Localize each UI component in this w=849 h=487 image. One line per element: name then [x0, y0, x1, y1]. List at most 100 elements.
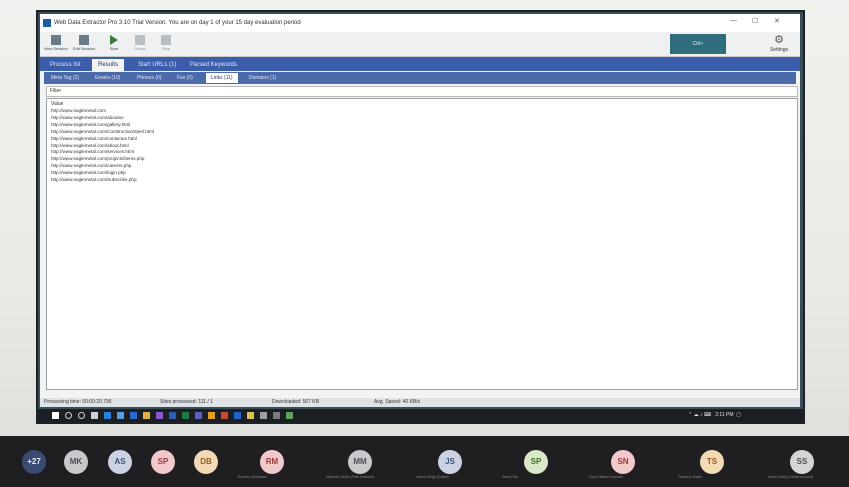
- status-bar: Processing time: 00:00:20.795 Sites proc…: [40, 398, 800, 407]
- outlook-icon[interactable]: [234, 412, 241, 419]
- edit-session-icon: [79, 35, 89, 45]
- chrome-icon[interactable]: [208, 412, 215, 419]
- edit-session-label: Edit Session: [72, 46, 96, 51]
- filter-label: Filter: [50, 88, 62, 94]
- participant-avatar[interactable]: MM: [348, 450, 372, 474]
- app-window: Web Data Extractor Pro 3.10 Trial Versio…: [40, 14, 800, 407]
- pause-button[interactable]: Pause: [128, 34, 152, 55]
- windows-icon[interactable]: [52, 412, 59, 419]
- link-list: http://www.eaglemetal.com http://www.eag…: [51, 108, 154, 184]
- edit-session-button[interactable]: Edit Session: [72, 34, 96, 55]
- tab-fax[interactable]: Fax (0): [172, 73, 198, 83]
- table-row[interactable]: http://www.eaglemetal.com/Subscribe.php: [51, 177, 154, 184]
- app-icon[interactable]: [286, 412, 293, 419]
- clock[interactable]: 2:11 PM: [715, 412, 733, 418]
- close-button[interactable]: ✕: [774, 17, 780, 25]
- participant-avatar[interactable]: +27: [22, 450, 46, 474]
- play-icon: [110, 35, 118, 45]
- terminal-icon[interactable]: [273, 412, 280, 419]
- status-downloaded: Downloaded: 567 KB: [272, 399, 319, 405]
- tab-domains[interactable]: Domains (1): [244, 73, 281, 83]
- windows-taskbar: ⌃ ☁ ♪ ⌨ 2:11 PM ▢: [38, 409, 803, 422]
- settings-button[interactable]: ⚙ Settings: [762, 34, 796, 56]
- participant-avatar[interactable]: DB: [194, 450, 218, 474]
- photos-icon[interactable]: [156, 412, 163, 419]
- participant-avatar[interactable]: MK: [64, 450, 88, 474]
- participant-name: Sadia Sadiq (Guest Account): [768, 475, 813, 479]
- table-row[interactable]: http://www.eaglemetal.com/gallery.html: [51, 122, 154, 129]
- pause-icon: [135, 35, 145, 45]
- title-bar: Web Data Extractor Pro 3.10 Trial Versio…: [40, 14, 800, 32]
- app-icon: [43, 19, 51, 27]
- participant-avatar[interactable]: SP: [151, 450, 175, 474]
- tab-process-list[interactable]: Process list: [44, 59, 87, 71]
- pause-label: Pause: [134, 46, 146, 51]
- maximize-button[interactable]: ☐: [752, 17, 758, 25]
- status-avg-speed: Avg. Speed: 40 KB/s: [374, 399, 421, 405]
- tab-phones[interactable]: Phones (0): [132, 73, 166, 83]
- filter-field[interactable]: Filter: [46, 86, 798, 97]
- participant-avatar[interactable]: SS: [790, 450, 814, 474]
- table-row[interactable]: http://www.eaglemetal.com/projects/items…: [51, 156, 154, 163]
- new-session-button[interactable]: New Session: [44, 34, 68, 55]
- participant-name: Mahrukh Mobin (Fida Hussain): [326, 475, 374, 479]
- table-row[interactable]: http://www.eaglemetal.com/contactus.html: [51, 136, 154, 143]
- table-row[interactable]: http://www.eaglemetal.com/services.html: [51, 149, 154, 156]
- stop-label: Stop: [161, 46, 171, 51]
- main-tab-bar: Process list Results Start URLs (1) Pars…: [40, 57, 800, 71]
- participant-avatar[interactable]: TS: [700, 450, 724, 474]
- participant-name: Roshan Mohanani: [238, 475, 267, 479]
- powerpoint-icon[interactable]: [221, 412, 228, 419]
- minimize-button[interactable]: —: [730, 17, 737, 24]
- files-icon[interactable]: [143, 412, 150, 419]
- mail-icon[interactable]: [130, 412, 137, 419]
- table-row[interactable]: http://www.eaglemetal.com/careers.php: [51, 163, 154, 170]
- status-sites-processed: Sites processed: 111 / 1: [160, 399, 213, 405]
- participant-avatar[interactable]: RM: [260, 450, 284, 474]
- cortana-icon[interactable]: [78, 412, 85, 419]
- start-label: Start: [109, 46, 119, 51]
- new-session-label: New Session: [44, 46, 68, 51]
- tray-icons: ⌃ ☁ ♪ ⌨: [688, 412, 714, 418]
- tab-meta-tag[interactable]: Meta Tag (2): [46, 73, 84, 83]
- results-grid[interactable]: Value http://www.eaglemetal.com http://w…: [46, 98, 798, 390]
- window-title: Web Data Extractor Pro 3.10 Trial Versio…: [54, 20, 301, 26]
- search-icon[interactable]: [65, 412, 72, 419]
- gear-icon: ⚙: [774, 34, 784, 46]
- participant-name: Jivesh Singh (Guest): [416, 475, 449, 479]
- stop-icon: [161, 35, 171, 45]
- settings-icon[interactable]: [260, 412, 267, 419]
- table-row[interactable]: http://www.eaglemetal.com/aboutus: [51, 115, 154, 122]
- table-row[interactable]: http://www.eaglemetal.com: [51, 108, 154, 115]
- result-tab-bar: Meta Tag (2) Emails (10) Phones (0) Fax …: [44, 72, 796, 84]
- excel-icon[interactable]: [182, 412, 189, 419]
- stop-button[interactable]: Stop: [154, 34, 178, 55]
- notification-icon[interactable]: ▢: [735, 412, 741, 418]
- tab-start-urls[interactable]: Start URLs (1): [132, 59, 182, 71]
- participant-avatar[interactable]: AS: [108, 450, 132, 474]
- explorer-icon[interactable]: [247, 412, 254, 419]
- edge-icon[interactable]: [104, 412, 111, 419]
- participant-avatar[interactable]: SP: [524, 450, 548, 474]
- tab-links[interactable]: Links (11): [206, 73, 238, 83]
- toolbar: New Session Edit Session Start Pause Sto…: [40, 32, 800, 57]
- participant-avatar[interactable]: JS: [438, 450, 462, 474]
- tab-emails[interactable]: Emails (10): [90, 73, 125, 83]
- table-row[interactable]: http://www.eaglemetal.com/login.php: [51, 170, 154, 177]
- status-processing-time: Processing time: 00:00:20.795: [44, 399, 112, 405]
- participant-avatar[interactable]: SN: [611, 450, 635, 474]
- word-icon[interactable]: [169, 412, 176, 419]
- participant-name: Tahmina Shakir: [678, 475, 703, 479]
- table-row[interactable]: http://www.eaglemetal.com/about.html: [51, 143, 154, 150]
- taskview-icon[interactable]: [91, 412, 98, 419]
- start-button[interactable]: Start: [102, 34, 126, 55]
- tab-parsed-keywords[interactable]: Parsed Keywords: [184, 59, 243, 71]
- table-row[interactable]: http://www.eaglemetal.com/Construction/s…: [51, 129, 154, 136]
- tab-results[interactable]: Results: [92, 59, 125, 71]
- store-icon[interactable]: [117, 412, 124, 419]
- teams-icon[interactable]: [195, 412, 202, 419]
- system-tray: ⌃ ☁ ♪ ⌨ 2:11 PM ▢: [688, 410, 741, 420]
- column-header-value[interactable]: Value: [51, 101, 63, 107]
- participant-name: Syed Nabeel Hussain: [589, 475, 623, 479]
- shortcut-banner: Ctrl+: [670, 34, 726, 54]
